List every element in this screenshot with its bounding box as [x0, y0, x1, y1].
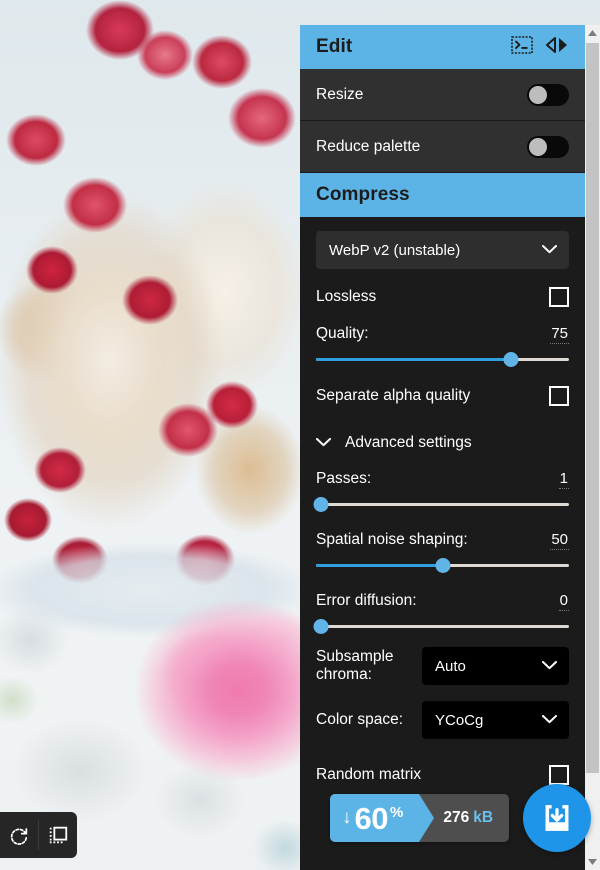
codec-select-wrap: WebP v2 (unstable) — [316, 231, 569, 269]
error-diffusion-label: Error diffusion: — [316, 592, 417, 609]
spatial-noise-shaping-value[interactable]: 50 — [550, 531, 569, 550]
error-diffusion-head: Error diffusion: 0 — [316, 592, 569, 617]
random-matrix-checkbox[interactable] — [549, 765, 569, 785]
download-button[interactable] — [523, 784, 592, 852]
options-panel: Edit Resize Reduce palette Compress WebP… — [300, 25, 585, 870]
triangle-up-icon — [588, 30, 597, 36]
output-size: 276 kB — [419, 794, 509, 842]
random-matrix-label: Random matrix — [316, 766, 422, 783]
quality-head: Quality: 75 — [316, 325, 569, 350]
download-tray-icon — [545, 805, 569, 831]
passes-slider-rail — [316, 502, 569, 506]
reduction-value: 60 — [354, 800, 389, 836]
color-space-select-wrap: YCoCg — [422, 701, 569, 739]
spatial-noise-shaping-label: Spatial noise shaping: — [316, 531, 468, 548]
triangle-down-icon — [588, 859, 597, 865]
color-space-row: Color space: YCoCg — [316, 701, 569, 739]
separate-alpha-quality-label: Separate alpha quality — [316, 387, 471, 404]
subsample-chroma-row: Subsample chroma: Auto — [316, 647, 569, 685]
resize-label: Resize — [316, 85, 364, 103]
quality-group: Quality: 75 — [316, 325, 569, 368]
down-arrow-icon: ↓ — [342, 807, 352, 828]
image-tools-bar — [0, 812, 77, 858]
passes-group: Passes: 1 — [313, 470, 569, 513]
passes-slider-thumb[interactable] — [313, 496, 329, 512]
reduce-palette-row[interactable]: Reduce palette — [300, 121, 585, 173]
quality-label: Quality: — [316, 325, 369, 342]
terminal-icon[interactable] — [511, 35, 533, 59]
reduction-percent: ↓ 60 % — [330, 794, 435, 842]
compress-section-header[interactable]: Compress — [300, 173, 585, 217]
edit-section-header[interactable]: Edit — [300, 25, 585, 69]
size-value: 276 — [443, 809, 470, 826]
error-diffusion-group: Error diffusion: 0 — [313, 592, 569, 635]
reduction-unit: % — [389, 804, 404, 821]
error-diffusion-slider-thumb[interactable] — [313, 618, 329, 634]
spatial-noise-shaping-group: Spatial noise shaping: 50 — [316, 531, 569, 574]
rotate-cw-icon — [10, 828, 28, 845]
passes-head: Passes: 1 — [316, 470, 569, 495]
spatial-noise-shaping-slider[interactable] — [316, 556, 569, 574]
lossless-checkbox[interactable] — [549, 287, 569, 307]
subsample-chroma-select[interactable]: Auto — [422, 647, 569, 685]
passes-label: Passes: — [316, 470, 372, 487]
lossless-row[interactable]: Lossless — [316, 275, 569, 319]
color-space-label: Color space: — [316, 710, 404, 728]
resize-toggle-knob — [529, 85, 547, 104]
lossless-label: Lossless — [316, 288, 377, 305]
reduce-palette-label: Reduce palette — [316, 137, 421, 155]
random-matrix-row[interactable]: Random matrix — [316, 753, 569, 797]
subsample-chroma-label: Subsample chroma: — [316, 647, 394, 683]
separate-alpha-quality-checkbox[interactable] — [549, 386, 569, 406]
edit-title: Edit — [316, 36, 353, 57]
error-diffusion-slider[interactable] — [313, 617, 569, 635]
spatial-noise-shaping-head: Spatial noise shaping: 50 — [316, 531, 569, 556]
quality-slider[interactable] — [316, 350, 569, 368]
squoosh-app: Edit Resize Reduce palette Compress WebP… — [0, 0, 600, 870]
checkerboard-icon — [49, 826, 68, 844]
left-right-arrows-icon[interactable] — [545, 36, 569, 59]
error-diffusion-value[interactable]: 0 — [558, 592, 569, 611]
passes-slider[interactable] — [313, 495, 569, 513]
compress-title: Compress — [316, 184, 410, 205]
spatial-noise-shaping-slider-fill — [316, 563, 443, 567]
quality-value[interactable]: 75 — [550, 325, 569, 344]
scroll-down-button[interactable] — [585, 854, 600, 870]
subsample-chroma-select-wrap: Auto — [422, 647, 569, 685]
error-diffusion-slider-rail — [316, 624, 569, 628]
compress-body: WebP v2 (unstable) Lossless Quality: 75 — [300, 231, 585, 797]
separate-alpha-quality-row[interactable]: Separate alpha quality — [316, 374, 569, 418]
passes-value[interactable]: 1 — [558, 470, 569, 489]
scrollbar-thumb[interactable] — [586, 43, 599, 773]
advanced-settings-toggle[interactable]: Advanced settings — [316, 422, 569, 464]
edit-header-icons — [511, 35, 569, 59]
color-space-select[interactable]: YCoCg — [422, 701, 569, 739]
quality-slider-thumb[interactable] — [503, 351, 519, 367]
reduce-palette-toggle[interactable] — [527, 135, 569, 158]
spatial-noise-shaping-slider-thumb[interactable] — [435, 557, 450, 573]
resize-toggle[interactable] — [527, 83, 569, 106]
quality-slider-fill — [316, 357, 511, 361]
codec-select[interactable]: WebP v2 (unstable) — [316, 231, 569, 269]
compression-badge[interactable]: ↓ 60 % 276 kB — [330, 794, 510, 842]
scroll-up-button[interactable] — [585, 25, 600, 41]
results-bar: ↓ 60 % 276 kB — [330, 784, 592, 852]
panel-scrollbar[interactable] — [585, 25, 600, 870]
background-toggle-button[interactable] — [39, 812, 77, 858]
chevron-down-icon — [316, 434, 331, 452]
resize-row[interactable]: Resize — [300, 69, 585, 121]
reduce-palette-toggle-knob — [529, 137, 547, 156]
rotate-button[interactable] — [0, 812, 38, 858]
advanced-settings-label: Advanced settings — [345, 434, 472, 451]
size-unit: kB — [473, 809, 494, 826]
